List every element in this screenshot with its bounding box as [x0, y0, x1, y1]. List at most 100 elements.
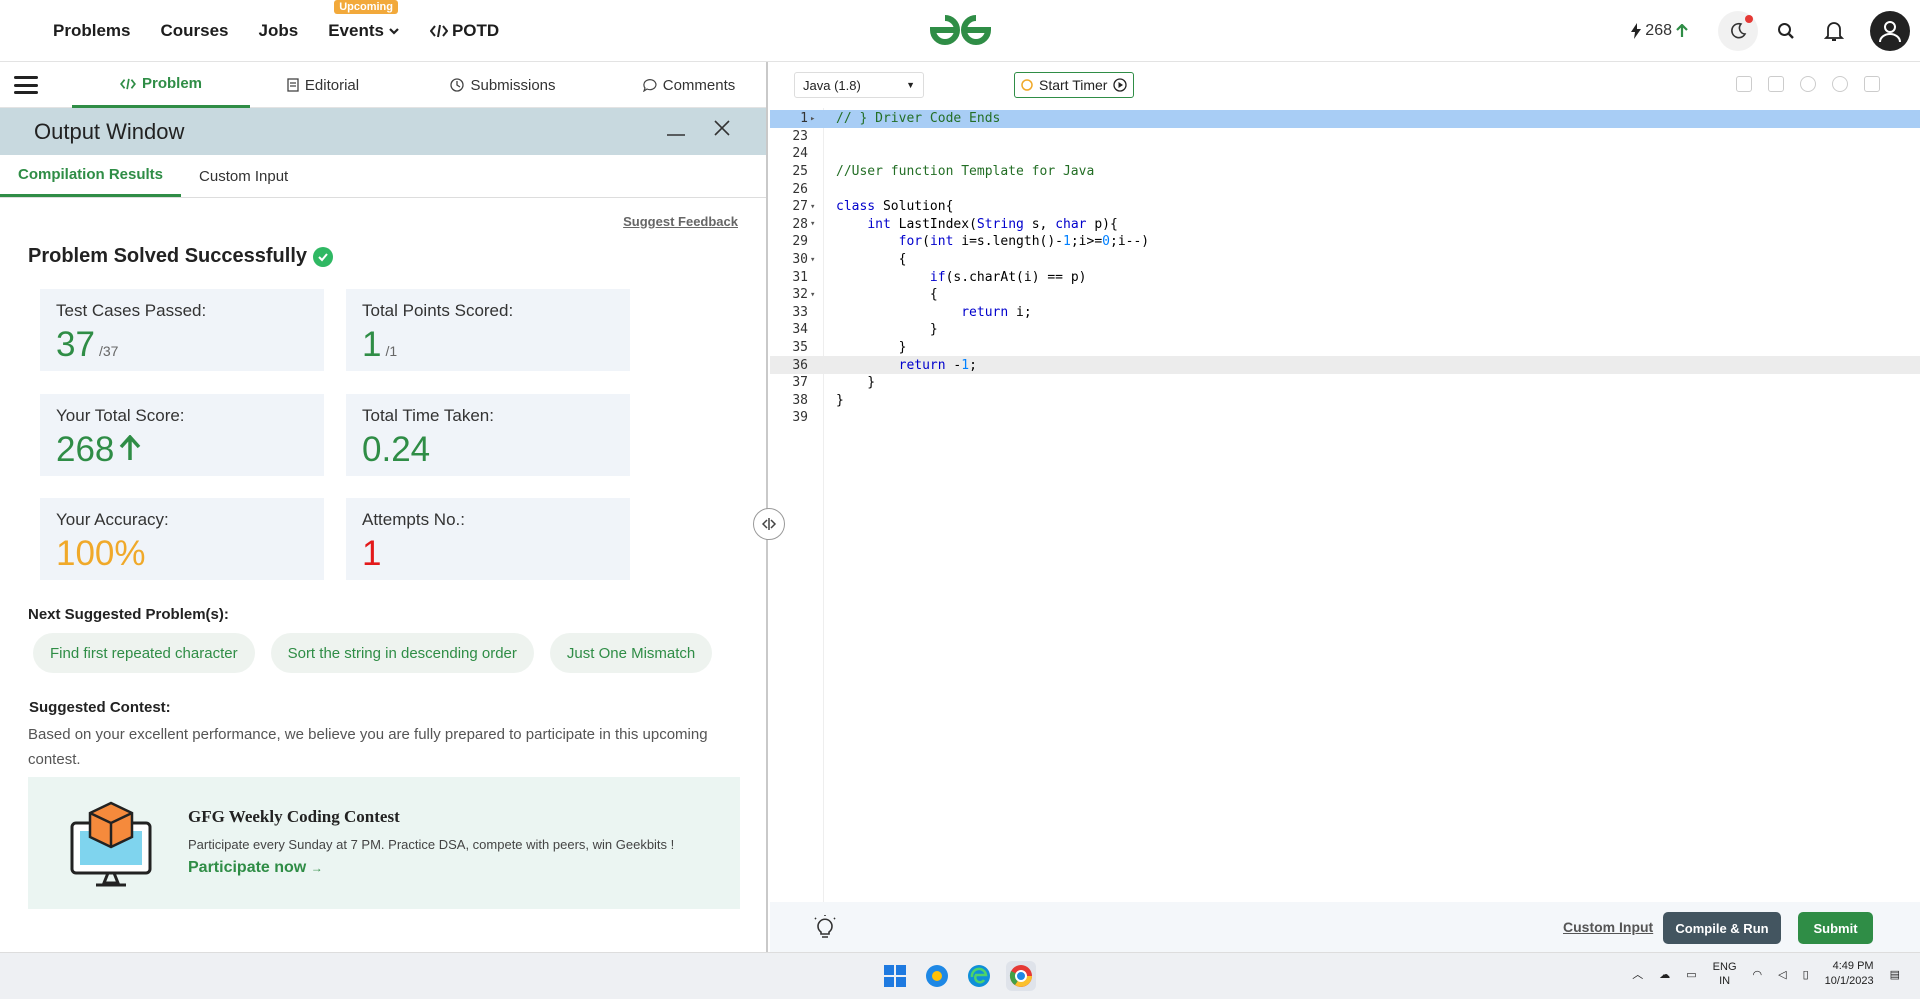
code-line[interactable]: 27 ▾ class Solution{: [770, 198, 1920, 216]
chevron-up-icon[interactable]: ︿: [1632, 966, 1643, 982]
wifi-icon[interactable]: ◠: [1753, 968, 1763, 981]
code-line[interactable]: 36 return -1;: [770, 356, 1920, 374]
editor-toolbar: Java (1.8) ▼ Start Timer: [770, 62, 1920, 108]
compile-run-button[interactable]: Compile & Run: [1663, 912, 1781, 944]
code-line[interactable]: 23: [770, 128, 1920, 146]
fullscreen-icon[interactable]: [1864, 76, 1880, 92]
nav-courses[interactable]: Courses: [160, 21, 228, 41]
input-language[interactable]: ENG IN: [1713, 960, 1737, 988]
code-icon: [120, 78, 136, 89]
stat-time-taken: Total Time Taken: 0.24: [346, 394, 630, 476]
code-line[interactable]: 34 }: [770, 321, 1920, 339]
points-total: /1: [385, 343, 398, 359]
search-button[interactable]: [1766, 11, 1806, 51]
suggested-problem-chip[interactable]: Just One Mismatch: [549, 633, 713, 673]
code-line[interactable]: 25 //User function Template for Java: [770, 163, 1920, 181]
tab-comments[interactable]: Comments: [616, 62, 762, 108]
line-number: 25: [792, 164, 808, 180]
fold-marker-icon[interactable]: ▸: [810, 114, 824, 124]
reset-icon[interactable]: [1832, 76, 1848, 92]
tab-compilation-results[interactable]: Compilation Results: [0, 155, 182, 197]
editor-footer: Custom Input Compile & Run Submit: [770, 902, 1920, 952]
resize-handle[interactable]: [753, 508, 785, 540]
code-line[interactable]: 31 if(s.charAt(i) == p): [770, 268, 1920, 286]
line-number: 1: [800, 111, 808, 127]
edge-browser-icon[interactable]: [964, 961, 994, 991]
submit-button[interactable]: Submit: [1798, 912, 1873, 944]
custom-input-link[interactable]: Custom Input: [1563, 919, 1653, 935]
battery-icon[interactable]: ▯: [1803, 968, 1809, 981]
streak-counter[interactable]: 268: [1631, 22, 1688, 40]
start-timer-button[interactable]: Start Timer: [1014, 72, 1135, 98]
resize-arrows-icon: [761, 518, 777, 530]
nav-events-label: Events: [328, 21, 384, 40]
suggested-problem-chip[interactable]: Find first repeated character: [33, 633, 255, 673]
code-line[interactable]: 24: [770, 145, 1920, 163]
line-source: {: [836, 252, 907, 268]
output-window-title: Output Window: [34, 118, 185, 144]
line-source: if(s.charAt(i) == p): [929, 269, 1087, 285]
os-taskbar: ︿ ☁ ▭ ENG IN ◠ ◁ ▯ 4:49 PM 10/1/2023 ▤: [0, 952, 1920, 999]
language-select[interactable]: Java (1.8) ▼: [794, 72, 924, 98]
tab-submissions[interactable]: Submissions: [430, 62, 576, 108]
code-line[interactable]: 1 ▸ // } Driver Code Ends: [770, 110, 1920, 128]
arrow-up-icon: [120, 435, 141, 460]
stat-value: 0.24: [362, 430, 614, 470]
code-line[interactable]: 28 ▾ int LastIndex(String s, char p){: [770, 216, 1920, 234]
check-circle-icon: [313, 246, 333, 267]
gfg-logo[interactable]: [923, 10, 998, 50]
code-line[interactable]: 29 for(int i=s.length()-1;i>=0;i--): [770, 233, 1920, 251]
nav-events[interactable]: Upcoming Events: [328, 0, 400, 41]
code-line[interactable]: 37 }: [770, 374, 1920, 392]
stat-value: 1 /1: [362, 325, 614, 365]
suggest-feedback-link[interactable]: Suggest Feedback: [623, 214, 738, 229]
fold-marker-icon[interactable]: ▾: [810, 255, 824, 265]
code-editor[interactable]: 1 ▸ // } Driver Code Ends 23 24 25 //User func…: [770, 108, 1920, 902]
code-line[interactable]: 30 ▾ {: [770, 251, 1920, 269]
fold-marker-icon[interactable]: ▾: [810, 202, 824, 212]
fold-marker-icon[interactable]: ▾: [810, 290, 824, 300]
notification-center-icon[interactable]: ▤: [1890, 968, 1900, 981]
nav-jobs[interactable]: Jobs: [259, 21, 299, 41]
tab-editorial[interactable]: Editorial: [250, 62, 396, 108]
next-suggested-label: Next Suggested Problem(s):: [28, 606, 229, 623]
suggested-problems: Find first repeated character Sort the s…: [33, 633, 713, 673]
code-line[interactable]: 26: [770, 180, 1920, 198]
window-controls: [666, 120, 730, 136]
line-source: }: [836, 322, 938, 338]
nav-potd[interactable]: POTD: [429, 21, 499, 41]
volume-icon[interactable]: ◁: [1778, 968, 1786, 981]
close-icon[interactable]: [714, 120, 730, 136]
app-icon[interactable]: [922, 961, 952, 991]
stat-label: Attempts No.:: [362, 510, 465, 529]
settings-icon[interactable]: [1800, 76, 1816, 92]
theme-toggle-button[interactable]: [1718, 11, 1758, 51]
tab-problem[interactable]: Problem: [72, 62, 250, 108]
code-line[interactable]: 33 return i;: [770, 304, 1920, 322]
participate-now-link[interactable]: Participate now →: [188, 859, 323, 877]
tab-editorial-label: Editorial: [304, 76, 360, 94]
tests-total: /37: [98, 343, 119, 359]
import-icon[interactable]: [1768, 76, 1784, 92]
menu-icon[interactable]: [14, 76, 38, 94]
notifications-button[interactable]: [1814, 11, 1854, 51]
chrome-browser-icon[interactable]: [1006, 961, 1036, 991]
windows-start-icon[interactable]: [880, 961, 910, 991]
code-line[interactable]: 35 }: [770, 339, 1920, 357]
suggested-problem-chip[interactable]: Sort the string in descending order: [270, 633, 534, 673]
display-icon[interactable]: ▭: [1686, 968, 1696, 981]
code-line[interactable]: 32 ▾ {: [770, 286, 1920, 304]
result-tabs: Compilation Results Custom Input: [0, 155, 766, 198]
code-line[interactable]: 39: [770, 409, 1920, 427]
cloud-icon[interactable]: ☁: [1659, 968, 1670, 981]
minimize-icon[interactable]: [666, 120, 686, 136]
contest-card[interactable]: GFG Weekly Coding Contest Participate ev…: [28, 777, 740, 909]
lightbulb-icon[interactable]: [814, 915, 836, 939]
nav-problems[interactable]: Problems: [53, 21, 130, 41]
tab-custom-input[interactable]: Custom Input: [181, 155, 306, 197]
avatar[interactable]: [1870, 11, 1910, 51]
code-line[interactable]: 38}: [770, 392, 1920, 410]
copy-icon[interactable]: [1736, 76, 1752, 92]
fold-marker-icon[interactable]: ▾: [810, 219, 824, 229]
clock[interactable]: 4:49 PM 10/1/2023: [1825, 959, 1874, 989]
